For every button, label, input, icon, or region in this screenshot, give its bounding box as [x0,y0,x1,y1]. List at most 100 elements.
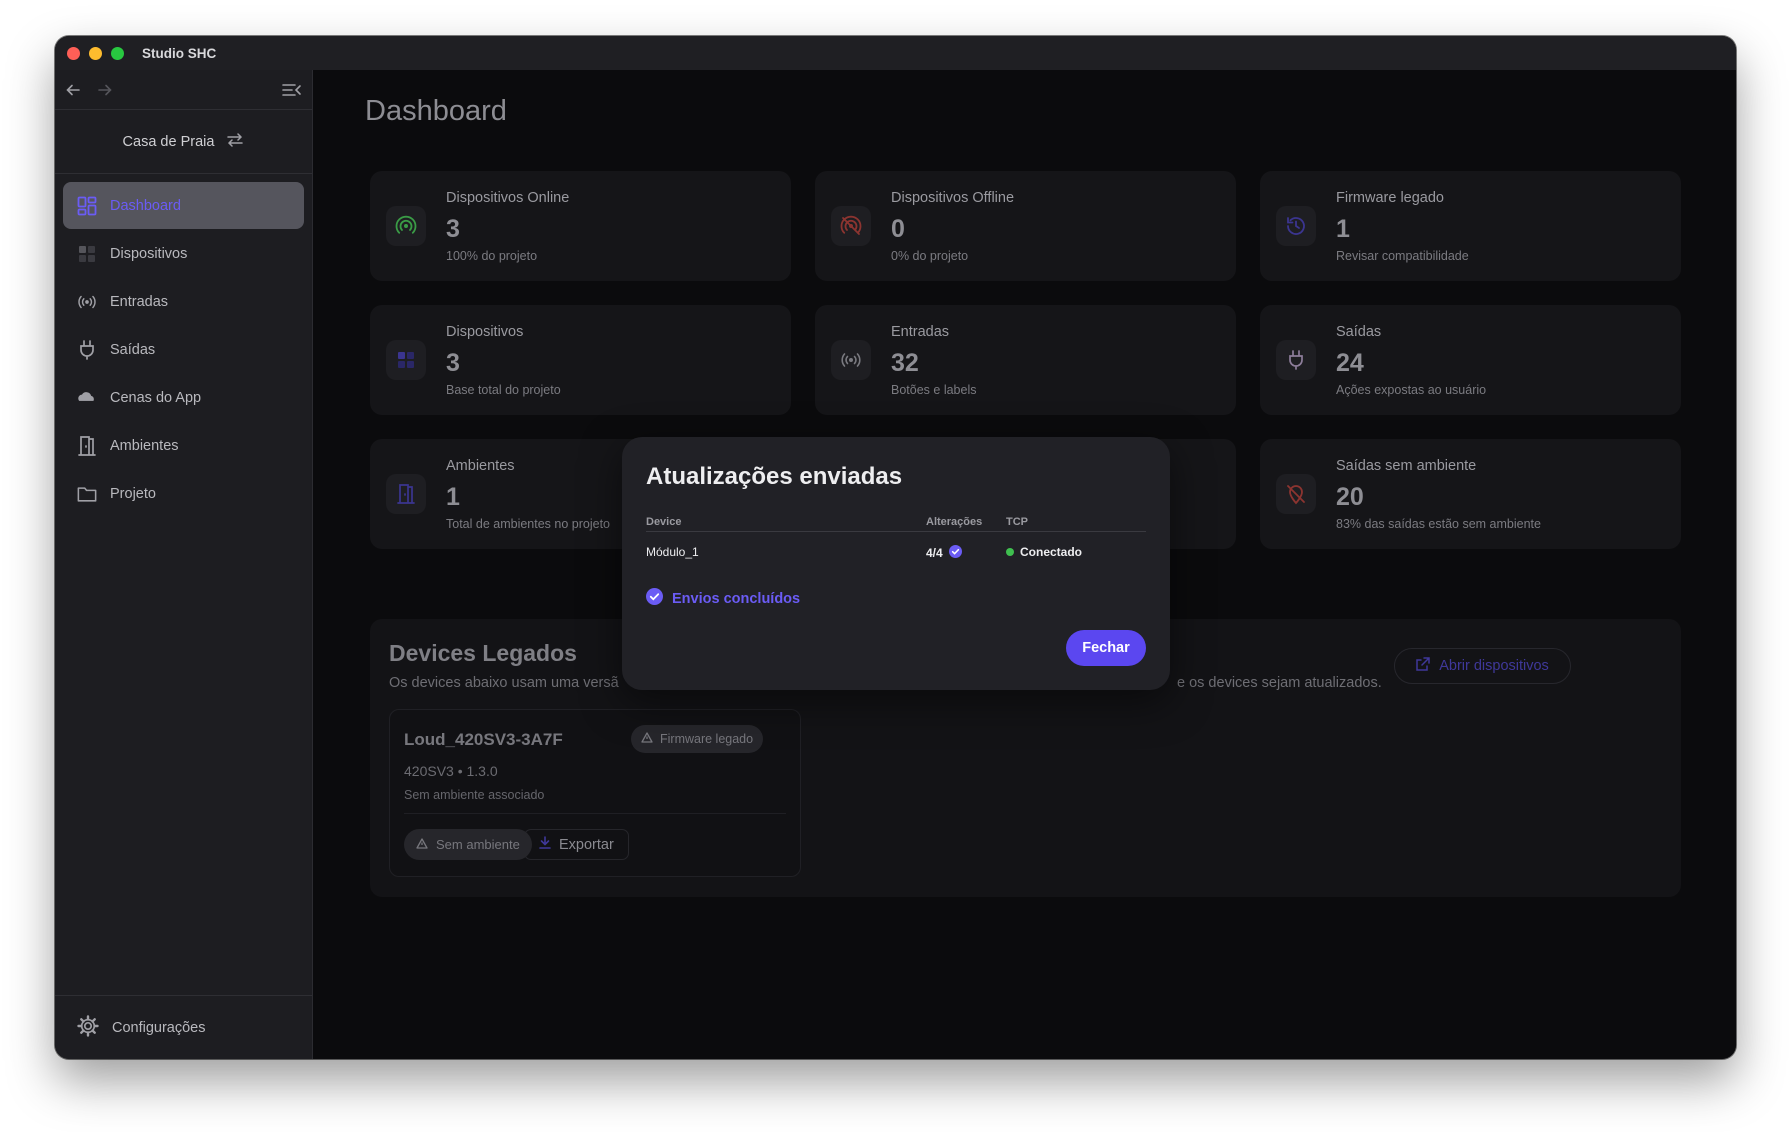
location-off-icon [1276,474,1316,514]
stat-card-devices-online: Dispositivos Online 3 100% do projeto [370,171,791,281]
stat-card-devices-offline: Dispositivos Offline 0 0% do projeto [815,171,1236,281]
export-button[interactable]: Exportar [524,829,629,860]
app-title: Studio SHC [142,45,217,61]
back-arrow-icon[interactable] [65,82,81,98]
stat-subtitle: 0% do projeto [891,249,969,263]
column-header-tcp: TCP [1006,516,1028,528]
settings-button[interactable]: Configurações [55,995,312,1059]
sidebar-item-label: Dashboard [110,197,181,214]
app-window: Studio SHC Casa de Praia Dashboard Dispo… [55,36,1736,1059]
warning-icon [416,837,428,852]
stat-label: Firmware legado [1336,190,1444,206]
stat-subtitle: Base total do projeto [446,383,561,397]
status-dot [1006,548,1014,556]
sidebar-item-label: Cenas do App [110,389,202,406]
door-icon [386,474,426,514]
stat-card-devices: Dispositivos 3 Base total do projeto [370,305,791,415]
sidebar-item-dashboard[interactable]: Dashboard [63,182,304,229]
stat-label: Ambientes [446,458,515,474]
table-header: Device Alterações TCP [646,514,1146,532]
no-environment-label: Sem ambiente [436,837,520,852]
divider [404,813,786,814]
changes-cell: 4/4 [926,545,962,561]
close-window-button[interactable] [67,46,80,60]
plug-icon [1276,340,1316,380]
stat-subtitle: Total de ambientes no projeto [446,517,610,531]
stat-label: Dispositivos [446,324,524,340]
changes-count: 4/4 [926,546,943,560]
legacy-firmware-badge: Firmware legado [631,725,764,753]
stat-subtitle: Ações expostas ao usuário [1336,383,1487,397]
swap-icon [226,132,244,151]
sidebar-item-entradas[interactable]: Entradas [63,278,304,325]
badge-label: Firmware legado [660,732,754,746]
stat-card-outputs-without-environment: Saídas sem ambiente 20 83% das saídas es… [1260,439,1681,549]
sidebar-item-label: Saídas [110,341,156,358]
no-environment-button[interactable]: Sem ambiente [404,829,532,860]
stat-label: Entradas [891,324,950,340]
export-label: Exportar [559,836,614,853]
sidebar-menu: Dashboard Dispositivos Entradas Saídas C… [55,174,312,517]
open-devices-button[interactable]: Abrir dispositivos [1394,648,1571,684]
stat-value: 24 [1336,349,1364,377]
stat-value: 32 [891,349,919,377]
devices-icon [77,244,97,264]
dashboard-icon [77,196,97,216]
navigation-bar [55,70,312,110]
project-selector[interactable]: Casa de Praia [55,110,312,174]
stat-subtitle: Botões e labels [891,383,977,397]
cloud-icon [77,388,97,408]
settings-label: Configurações [112,1019,206,1036]
history-icon [1276,206,1316,246]
sidebar-item-label: Projeto [110,485,156,502]
project-name: Casa de Praia [122,133,215,150]
stat-value: 1 [1336,215,1350,243]
broadcast-icon [77,292,97,312]
page-title: Dashboard [365,95,507,127]
forward-arrow-icon[interactable] [97,82,113,98]
device-cell: Módulo_1 [646,545,699,559]
signal-off-icon [831,206,871,246]
stat-value: 0 [891,215,905,243]
sidebar-item-ambientes[interactable]: Ambientes [63,422,304,469]
stat-card-legacy-firmware: Firmware legado 1 Revisar compatibilidad… [1260,171,1681,281]
section-description-end: e os devices sejam atualizados. [1177,675,1382,691]
column-header-device: Device [646,516,682,528]
download-icon [539,836,551,853]
external-link-icon [1416,657,1430,675]
sidebar-item-label: Entradas [110,293,169,310]
maximize-window-button[interactable] [111,46,124,60]
sidebar-item-dispositivos[interactable]: Dispositivos [63,230,304,277]
stat-value: 3 [446,349,460,377]
sidebar-item-saidas[interactable]: Saídas [63,326,304,373]
device-environment: Sem ambiente associado [404,788,545,802]
collapse-sidebar-icon[interactable] [282,82,302,98]
sidebar-item-cenas-do-app[interactable]: Cenas do App [63,374,304,421]
stat-card-outputs: Saídas 24 Ações expostas ao usuário [1260,305,1681,415]
updates-sent-dialog: Atualizações enviadas Device Alterações … [622,437,1170,690]
stat-label: Dispositivos Online [446,190,570,206]
stat-label: Saídas [1336,324,1382,340]
sidebar-item-projeto[interactable]: Projeto [63,470,304,517]
sidebar-item-label: Ambientes [110,437,179,454]
devices-icon [386,340,426,380]
stat-subtitle: 83% das saídas estão sem ambiente [1336,517,1541,531]
open-devices-label: Abrir dispositivos [1439,658,1549,674]
dialog-title: Atualizações enviadas [646,463,903,490]
signal-icon [386,206,426,246]
check-circle-icon [646,588,663,609]
completion-status: Envios concluídos [646,588,800,609]
section-title: Devices Legados [389,640,577,666]
stat-value: 20 [1336,483,1364,511]
broadcast-icon [831,340,871,380]
close-button[interactable]: Fechar [1066,630,1146,666]
section-description: Os devices abaixo usam uma versã [389,675,619,691]
door-icon [77,435,97,456]
sidebar-item-label: Dispositivos [110,245,188,262]
title-bar: Studio SHC [55,36,1736,70]
minimize-window-button[interactable] [89,46,102,60]
check-circle-icon [948,545,962,561]
gear-icon [77,1014,99,1041]
tcp-status-cell: Conectado [1006,545,1082,559]
stat-subtitle: 100% do projeto [446,249,538,263]
